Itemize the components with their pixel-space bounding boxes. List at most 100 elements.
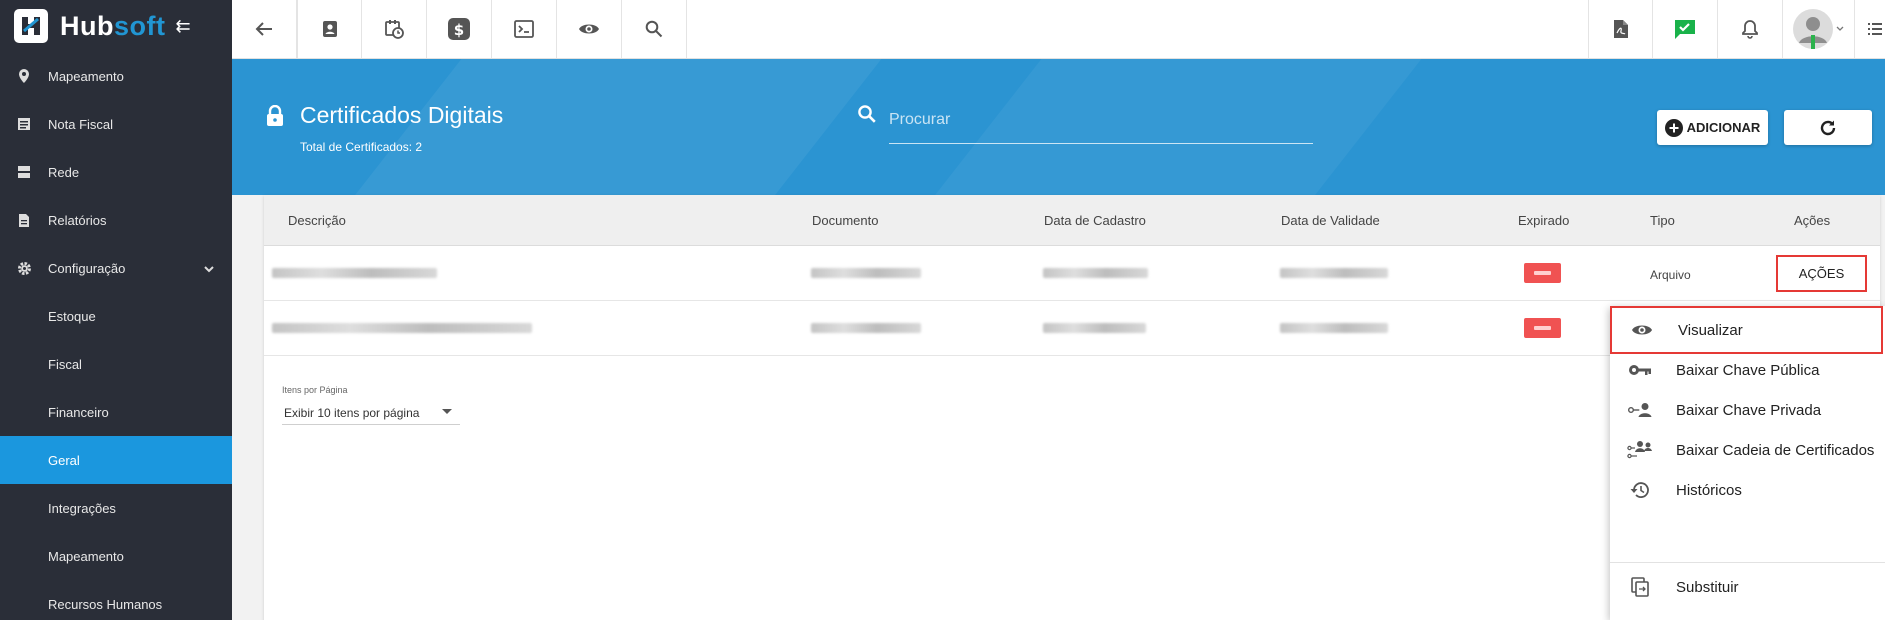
people-chain-icon	[1626, 440, 1654, 460]
sidebar-item-label: Financeiro	[48, 404, 109, 420]
redacted-validity-date	[1280, 323, 1388, 333]
more-menu-button[interactable]	[1855, 0, 1885, 58]
table-header: Descrição Documento Data de Cadastro Dat…	[264, 195, 1880, 246]
redacted-registration-date	[1043, 268, 1148, 278]
column-header-data-cadastro[interactable]: Data de Cadastro	[1044, 213, 1146, 228]
pdf-button[interactable]	[1588, 0, 1653, 58]
certificate-count: Total de Certificados: 2	[300, 140, 423, 154]
redacted-document	[811, 268, 921, 278]
lock-icon	[266, 104, 284, 132]
expired-badge	[1524, 263, 1561, 283]
sidebar: Hubsoft ⇇ Mapeamento Nota Fiscal Rede Re…	[0, 0, 232, 620]
menu-item-substituir[interactable]: Substituir	[1610, 563, 1885, 611]
sidebar-item-label: Configuração	[48, 260, 126, 276]
sidebar-item-geral[interactable]: Geral	[0, 436, 232, 484]
sidebar-item-label: Estoque	[48, 308, 96, 324]
column-header-expirado[interactable]: Expirado	[1518, 213, 1569, 228]
key-icon	[1626, 364, 1654, 376]
menu-item-label: Baixar Chave Privada	[1676, 401, 1822, 419]
contacts-button[interactable]	[297, 0, 362, 58]
sidebar-item-label: Recursos Humanos	[48, 596, 163, 612]
notifications-button[interactable]	[1718, 0, 1783, 58]
row-actions-button[interactable]: AÇÕES	[1776, 255, 1867, 292]
sidebar-item-label: Geral	[48, 452, 80, 468]
search-icon	[645, 20, 663, 38]
refresh-icon	[1820, 120, 1836, 135]
bell-icon	[1742, 20, 1758, 39]
arrow-left-icon	[255, 22, 272, 36]
map-pin-icon	[15, 68, 33, 84]
sidebar-item-recursos-humanos[interactable]: Recursos Humanos	[0, 580, 232, 620]
column-header-acoes: Ações	[1794, 213, 1831, 228]
brand-name: Hubsoft	[60, 10, 166, 41]
report-icon	[15, 213, 33, 228]
expired-badge	[1524, 318, 1561, 338]
add-button[interactable]: ADICIONAR	[1657, 110, 1768, 145]
items-per-page-select[interactable]: Exibir 10 itens por página	[282, 403, 460, 425]
schedule-button[interactable]	[362, 0, 427, 58]
hubsoft-logo-icon[interactable]	[14, 9, 48, 43]
contact-card-icon	[322, 21, 337, 37]
redacted-validity-date	[1280, 268, 1388, 278]
top-toolbar: $	[232, 0, 1885, 59]
menu-item-label: Substituir	[1676, 578, 1739, 596]
redacted-description	[272, 323, 532, 333]
sidebar-item-fiscal[interactable]: Fiscal	[0, 340, 232, 388]
gear-icon	[15, 261, 33, 276]
sidebar-item-label: Integrações	[48, 500, 116, 516]
column-header-descricao[interactable]: Descrição	[288, 213, 346, 228]
sidebar-item-mapeamento[interactable]: Mapeamento	[0, 52, 232, 100]
sidebar-item-estoque[interactable]: Estoque	[0, 292, 232, 340]
svg-text:$: $	[454, 21, 464, 39]
list-menu-icon	[1868, 23, 1882, 35]
search-box	[857, 96, 1313, 150]
items-per-page-label: Itens por Página	[282, 385, 348, 395]
redacted-document	[811, 323, 921, 333]
user-menu-button[interactable]	[1783, 0, 1855, 58]
search-icon	[857, 104, 877, 129]
refresh-button[interactable]	[1784, 110, 1872, 145]
chevron-down-icon	[204, 261, 214, 276]
history-icon	[1626, 481, 1654, 499]
redacted-registration-date	[1043, 323, 1146, 333]
menu-item-historicos[interactable]: Históricos	[1610, 466, 1885, 514]
menu-item-label: Visualizar	[1678, 321, 1743, 339]
sidebar-item-financeiro[interactable]: Financeiro	[0, 388, 232, 436]
tasks-button[interactable]	[1653, 0, 1718, 58]
view-button[interactable]	[557, 0, 622, 58]
finance-button[interactable]: $	[427, 0, 492, 58]
menu-item-label: Históricos	[1676, 481, 1742, 499]
column-header-documento[interactable]: Documento	[812, 213, 878, 228]
person-key-icon	[1626, 402, 1654, 418]
back-button[interactable]	[232, 0, 297, 58]
green-check-chat-icon	[1675, 20, 1695, 39]
table-row[interactable]: Arquivo	[264, 246, 1880, 301]
items-per-page-value: Exibir 10 itens por página	[284, 406, 420, 420]
sidebar-item-mapeamento-config[interactable]: Mapeamento	[0, 532, 232, 580]
sidebar-item-label: Mapeamento	[48, 68, 124, 84]
sidebar-item-configuracao[interactable]: Configuração	[0, 244, 232, 292]
collapse-sidebar-icon[interactable]: ⇇	[175, 16, 190, 37]
pdf-file-icon	[1613, 20, 1628, 38]
sidebar-item-label: Relatórios	[48, 212, 107, 228]
server-icon	[15, 165, 33, 179]
search-input[interactable]	[889, 96, 1313, 144]
column-header-tipo[interactable]: Tipo	[1650, 213, 1675, 228]
sidebar-item-rede[interactable]: Rede	[0, 148, 232, 196]
chevron-down-icon	[1836, 26, 1844, 31]
list-icon	[15, 117, 33, 131]
column-header-data-validade[interactable]: Data de Validade	[1281, 213, 1380, 228]
terminal-button[interactable]	[492, 0, 557, 58]
eye-icon	[579, 24, 599, 34]
sidebar-item-nota-fiscal[interactable]: Nota Fiscal	[0, 100, 232, 148]
sidebar-item-relatorios[interactable]: Relatórios	[0, 196, 232, 244]
sidebar-item-integracoes[interactable]: Integrações	[0, 484, 232, 532]
search-toolbar-button[interactable]	[622, 0, 687, 58]
page-title: Certificados Digitais	[300, 102, 504, 128]
actions-menu: Visualizar Baixar Chave Pública Baixar C…	[1610, 306, 1885, 620]
replace-icon	[1626, 577, 1654, 597]
menu-item-label: Baixar Chave Pública	[1676, 361, 1820, 379]
calendar-clock-icon	[385, 20, 404, 39]
brand: Hubsoft ⇇	[0, 0, 232, 52]
sidebar-item-label: Mapeamento	[48, 548, 124, 564]
